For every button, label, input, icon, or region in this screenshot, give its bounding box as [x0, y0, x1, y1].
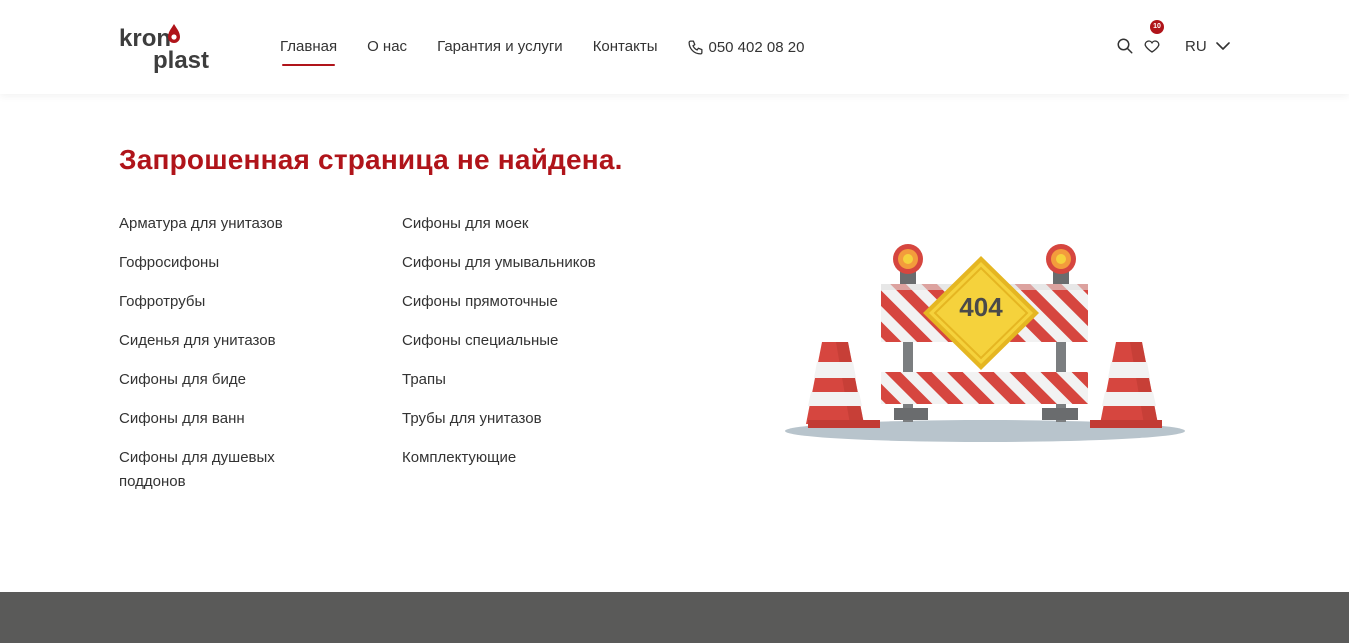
main-nav: Главная О нас Гарантия и услуги Контакты…	[280, 37, 804, 66]
language-selector[interactable]: RU	[1185, 38, 1230, 55]
kronoplast-logo[interactable]: kron plast	[119, 22, 223, 74]
chevron-down-icon	[1215, 41, 1230, 50]
category-link[interactable]: Сифоны специальные	[402, 329, 642, 353]
nav-warranty-services[interactable]: Гарантия и услуги	[437, 37, 563, 57]
category-link[interactable]: Гофросифоны	[119, 251, 319, 275]
404-sign-text: 404	[959, 292, 1003, 322]
logo-text-bottom: plast	[153, 47, 209, 74]
category-link[interactable]: Сифоны для биде	[119, 368, 319, 392]
phone-number: 050 402 08 20	[708, 38, 805, 56]
search-icon	[1117, 38, 1133, 54]
category-link[interactable]: Сиденья для унитазов	[119, 329, 319, 353]
search-button[interactable]	[1115, 36, 1135, 56]
category-link[interactable]: Арматура для унитазов	[119, 212, 319, 236]
favorites-button[interactable]: 10	[1142, 20, 1164, 56]
category-list-left: Арматура для унитазов Гофросифоны Гофрот…	[119, 212, 319, 509]
favorites-count-badge: 10	[1150, 20, 1164, 34]
header-actions: 10 RU	[1115, 20, 1230, 56]
site-footer	[0, 592, 1349, 643]
category-link[interactable]: Сифоны для душевых поддонов	[119, 446, 319, 494]
phone-link[interactable]: 050 402 08 20	[687, 39, 804, 56]
category-link[interactable]: Гофротрубы	[119, 290, 319, 314]
category-link[interactable]: Сифоны для моек	[402, 212, 642, 236]
site-header: kron plast Главная О нас Гарантия и услу…	[0, 0, 1349, 94]
page-title: Запрошенная страница не найдена.	[119, 144, 623, 175]
heart-icon	[1144, 40, 1160, 53]
category-link[interactable]: Комплектующие	[402, 446, 642, 470]
nav-about[interactable]: О нас	[367, 37, 407, 57]
category-link[interactable]: Трапы	[402, 368, 642, 392]
404-roadblock-illustration: 404	[785, 244, 1185, 442]
category-link[interactable]: Сифоны прямоточные	[402, 290, 642, 314]
category-link[interactable]: Сифоны для ванн	[119, 407, 319, 431]
nav-contacts[interactable]: Контакты	[593, 37, 658, 57]
language-label: RU	[1185, 37, 1207, 55]
category-link[interactable]: Трубы для унитазов	[402, 407, 642, 431]
nav-home[interactable]: Главная	[280, 37, 337, 66]
phone-icon	[688, 39, 703, 55]
category-list-right: Сифоны для моек Сифоны для умывальников …	[402, 212, 642, 485]
category-link[interactable]: Сифоны для умывальников	[402, 251, 642, 275]
